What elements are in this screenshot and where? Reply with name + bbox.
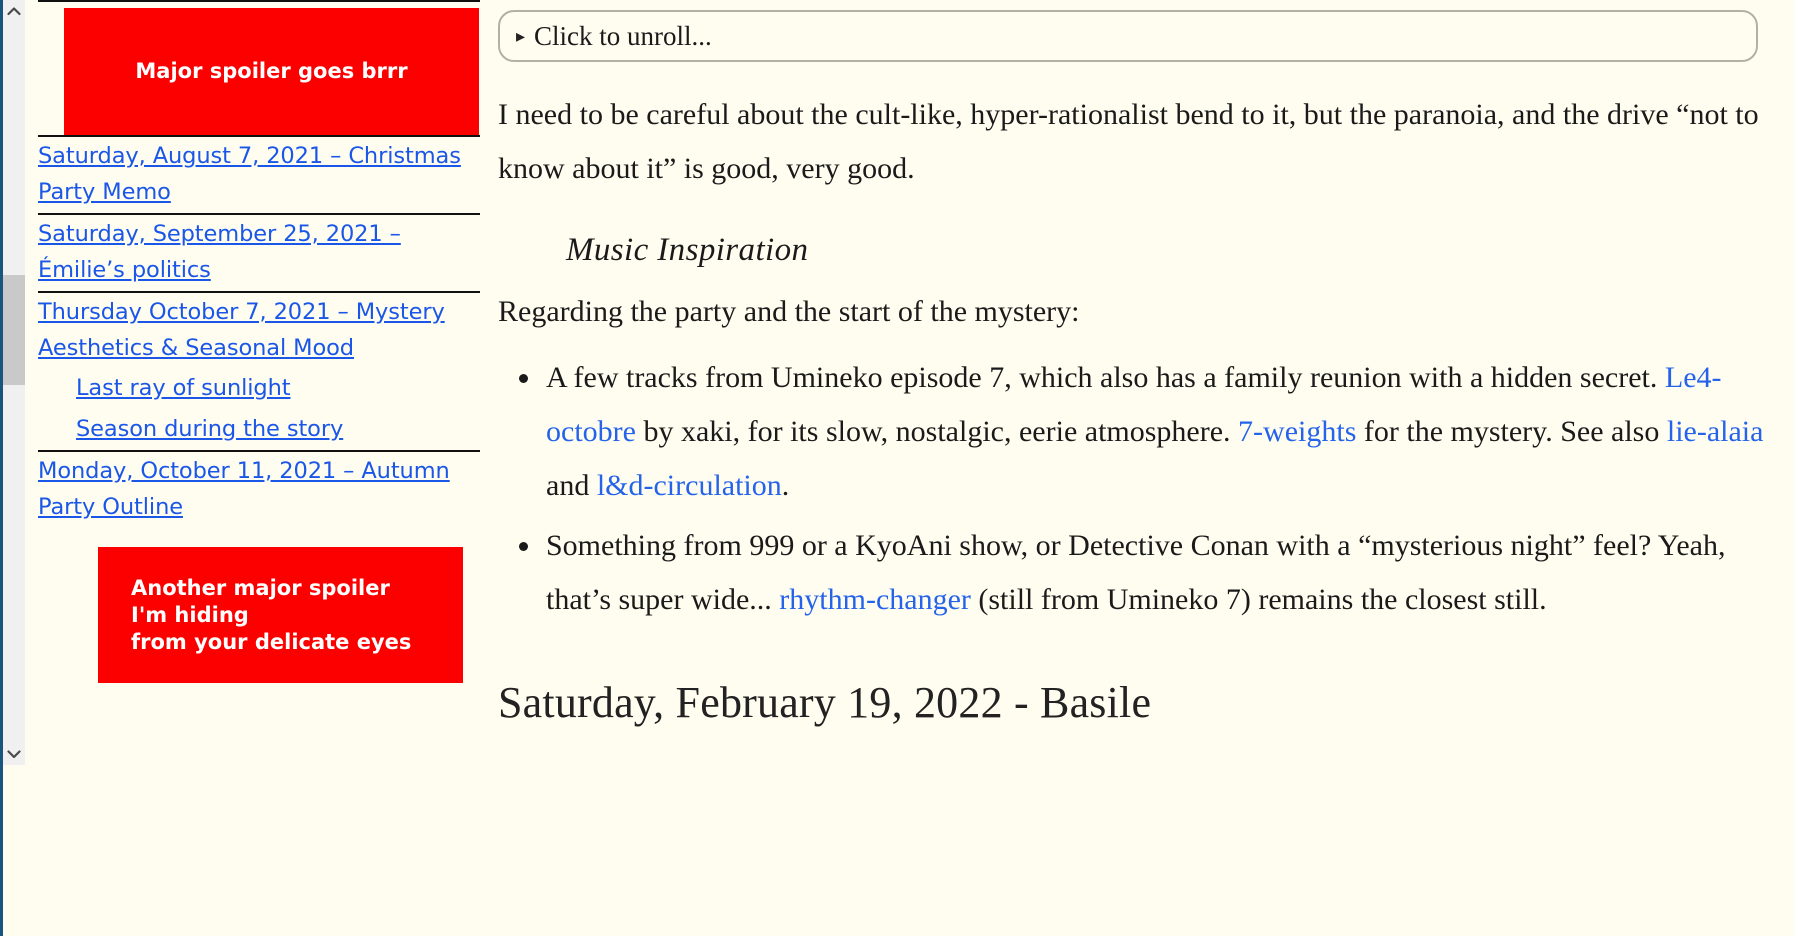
list-item: Something from 999 or a KyoAni show, or … [543,519,1764,627]
bullet1-text-5: . [781,469,790,502]
link-7-weights[interactable]: 7-weights [1238,415,1356,448]
spoiler-bottom-line-3: from your delicate eyes [131,630,412,654]
bullet1-text-2: by xaki, for its slow, nostalgic, eerie … [635,415,1239,448]
spoiler-bottom-line-1: Another major spoiler [131,576,390,600]
spoiler-block-bottom[interactable]: Another major spoiler I'm hiding from yo… [98,547,463,683]
bullet1-text-4: and [546,469,597,502]
music-inspiration-list: A few tracks from Umineko episode 7, whi… [498,351,1764,627]
scrollbar-thumb[interactable] [3,275,25,385]
toc-entry-christmas-party-memo[interactable]: Saturday, August 7, 2021 – Christmas Par… [38,137,480,213]
click-to-unroll-details[interactable]: ▸ Click to unroll... [498,10,1758,62]
music-inspiration-heading: Music Inspiration [566,232,809,268]
link-ld-circulation[interactable]: l&d-circulation [597,469,782,502]
section-heading-basile: Saturday, February 19, 2022 - Basile [498,678,1152,727]
link-lie-alaia[interactable]: lie-alaia [1667,415,1764,448]
chevron-down-icon[interactable] [3,743,25,765]
toc-entry-autumn-party-outline[interactable]: Monday, October 11, 2021 – Autumn Party … [38,452,480,528]
list-item: A few tracks from Umineko episode 7, whi… [543,351,1764,513]
vertical-scrollbar[interactable] [3,0,25,765]
spoiler-bottom-line-2: I'm hiding [131,603,249,627]
bullet1-text-3: for the mystery. See also [1356,415,1667,448]
page-root: Major spoiler goes brrr Saturday, August… [0,0,1794,936]
paragraph-regarding-party: Regarding the party and the start of the… [498,295,1080,328]
bullet1-text-1: A few tracks from Umineko episode 7, whi… [546,361,1665,394]
paragraph-cult-like: I need to be careful about the cult-like… [498,98,1759,185]
bullet2-text-2: (still from Umineko 7) remains the close… [970,583,1547,616]
toc-entry-mystery-aesthetics[interactable]: Thursday October 7, 2021 – Mystery Aesth… [38,293,480,369]
triangle-right-icon: ▸ [516,26,526,46]
chevron-up-icon[interactable] [3,0,25,22]
toc-divider [38,0,480,2]
toc-entry-last-ray-of-sunlight[interactable]: Last ray of sunlight [38,369,480,410]
spoiler-block-top[interactable]: Major spoiler goes brrr [64,8,479,135]
toc-entry-emilie-politics[interactable]: Saturday, September 25, 2021 – Émilie’s … [38,215,480,291]
link-rhythm-changer[interactable]: rhythm-changer [779,583,971,616]
click-to-unroll-label: Click to unroll... [534,20,712,51]
main-content: ▸ Click to unroll... I need to be carefu… [480,0,1794,936]
toc-entry-season-during-the-story[interactable]: Season during the story [38,410,480,451]
left-accent-strip [0,0,3,936]
table-of-contents-sidebar: Major spoiler goes brrr Saturday, August… [25,0,480,936]
